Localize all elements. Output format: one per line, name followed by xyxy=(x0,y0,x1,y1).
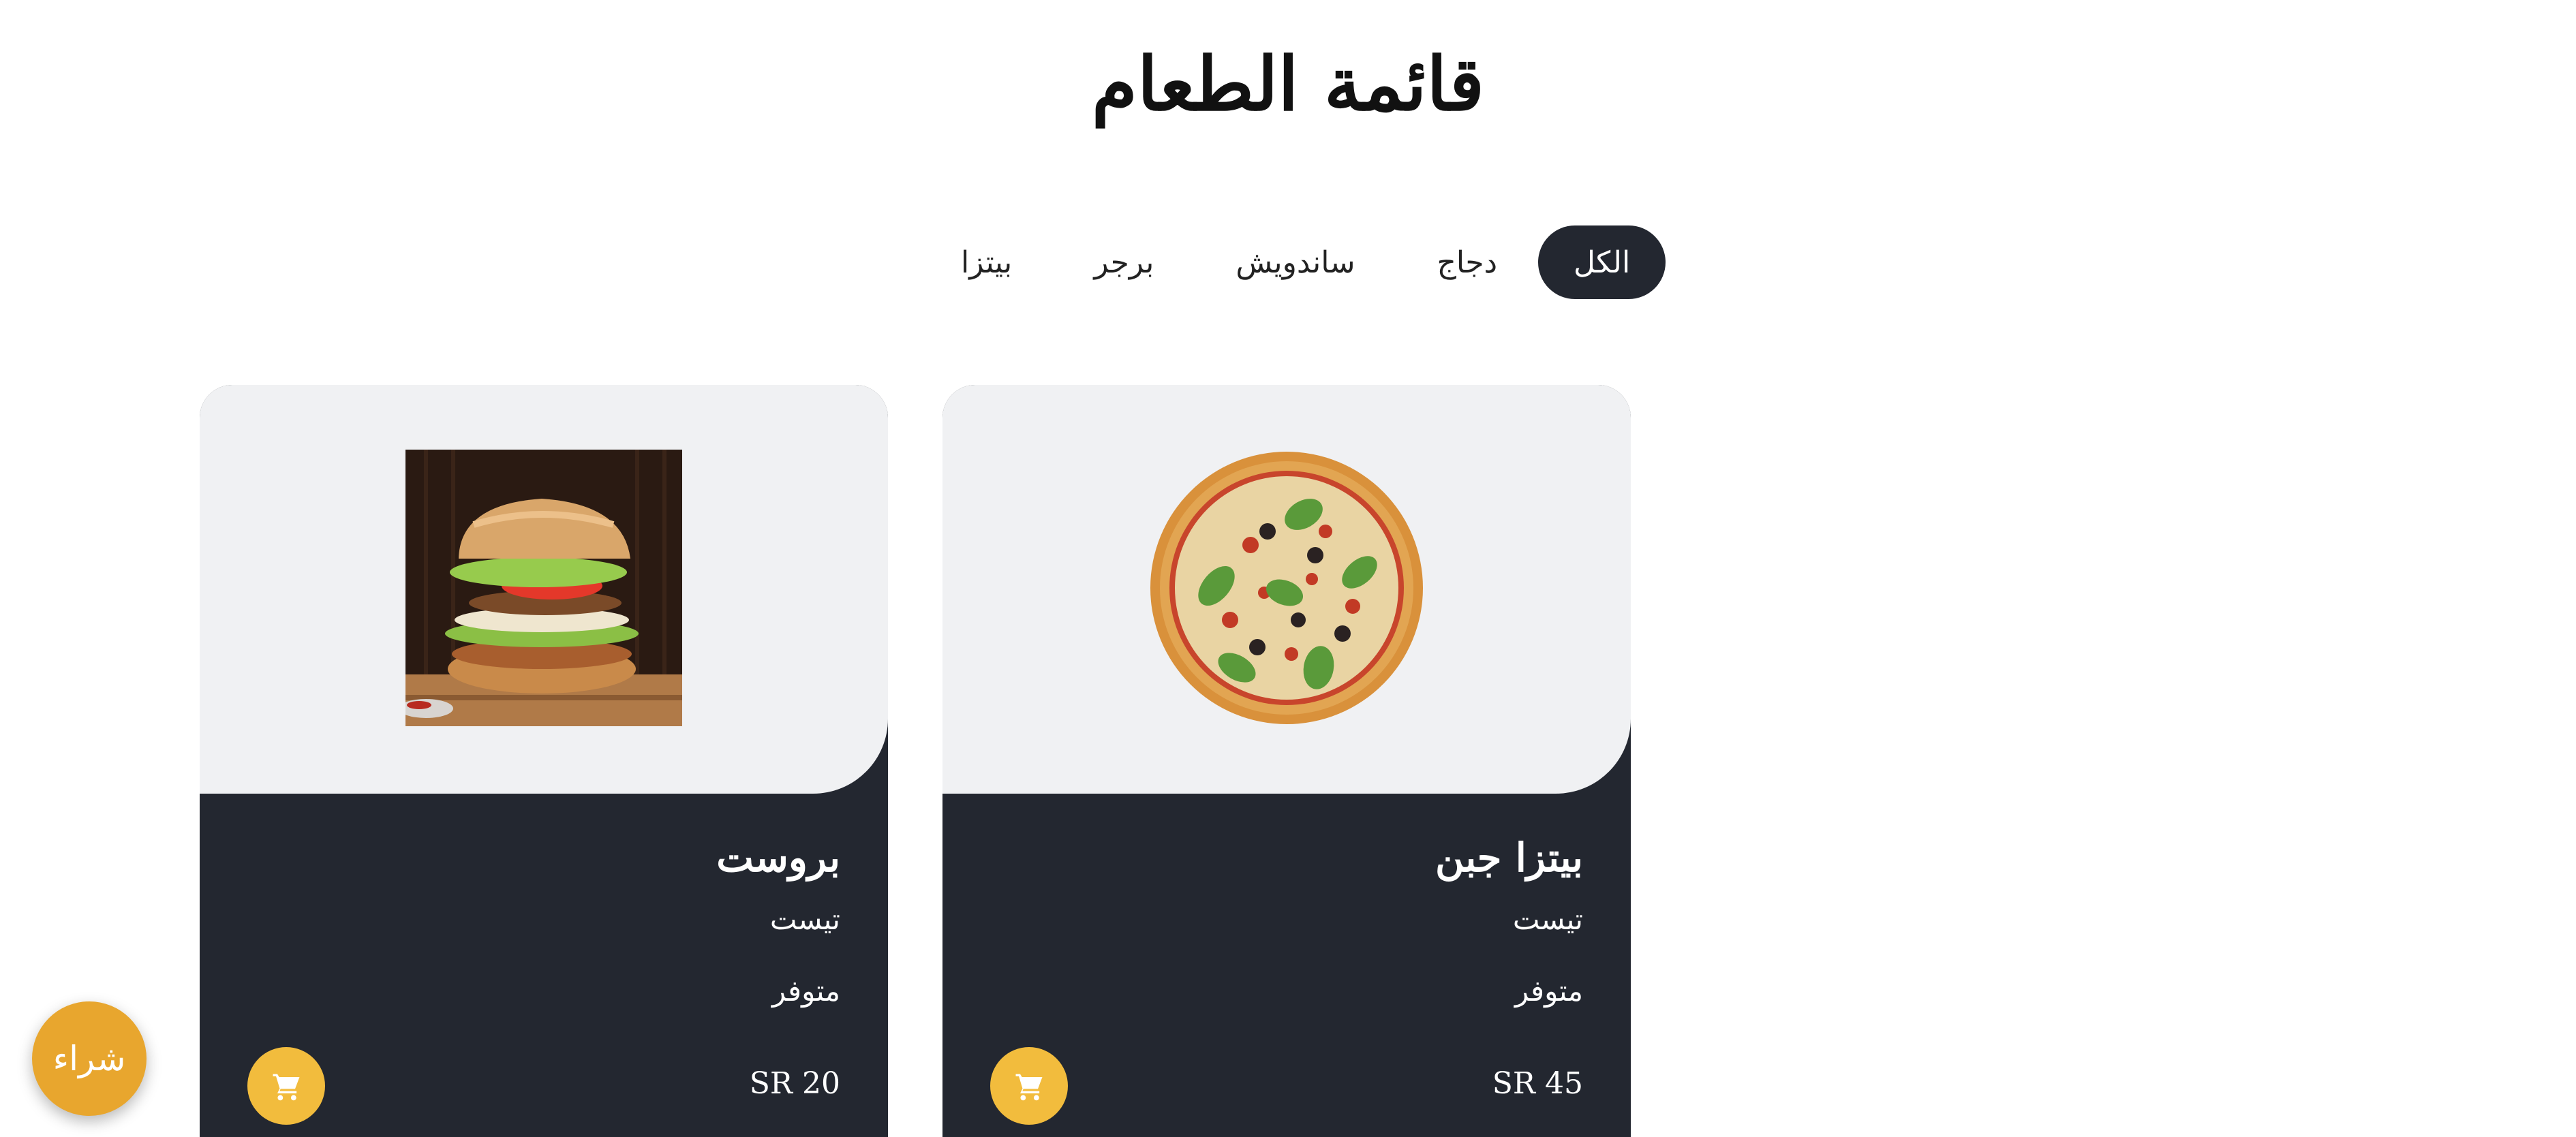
tab-pizza[interactable]: بيتزا xyxy=(920,225,1053,299)
product-price: SR 45 xyxy=(1492,1066,1583,1101)
product-image-area xyxy=(200,385,888,794)
product-description: تيست xyxy=(770,903,840,936)
burger-image xyxy=(405,450,682,726)
tab-burger[interactable]: برجر xyxy=(1053,225,1195,299)
product-name: بيتزا جبن xyxy=(1435,835,1583,881)
add-to-cart-button[interactable] xyxy=(990,1047,1068,1125)
add-to-cart-button[interactable] xyxy=(247,1047,325,1125)
product-status: متوفر xyxy=(1515,974,1583,1008)
product-name: بروست xyxy=(716,835,840,881)
product-price: SR 20 xyxy=(750,1066,840,1101)
product-card-burger[interactable]: بروست تيست متوفر SR 20 xyxy=(200,385,888,1137)
pizza-image xyxy=(1148,450,1425,726)
buy-button[interactable]: شراء xyxy=(32,1001,147,1116)
tab-all[interactable]: الكل xyxy=(1538,225,1666,299)
cart-icon xyxy=(269,1068,304,1104)
tab-sandwich[interactable]: ساندويش xyxy=(1195,225,1396,299)
category-tabs: الكل دجاج ساندويش برجر بيتزا xyxy=(920,225,1666,299)
page-title: قائمة الطعام xyxy=(0,41,2576,129)
cart-icon xyxy=(1011,1068,1047,1104)
menu-page: قائمة الطعام الكل دجاج ساندويش برجر بيتز… xyxy=(0,0,2576,1137)
product-card-pizza[interactable]: بيتزا جبن تيست متوفر SR 45 xyxy=(942,385,1631,1137)
product-status: متوفر xyxy=(772,974,840,1008)
tab-chicken[interactable]: دجاج xyxy=(1396,225,1539,299)
product-description: تيست xyxy=(1513,903,1583,936)
product-image-area xyxy=(942,385,1631,794)
